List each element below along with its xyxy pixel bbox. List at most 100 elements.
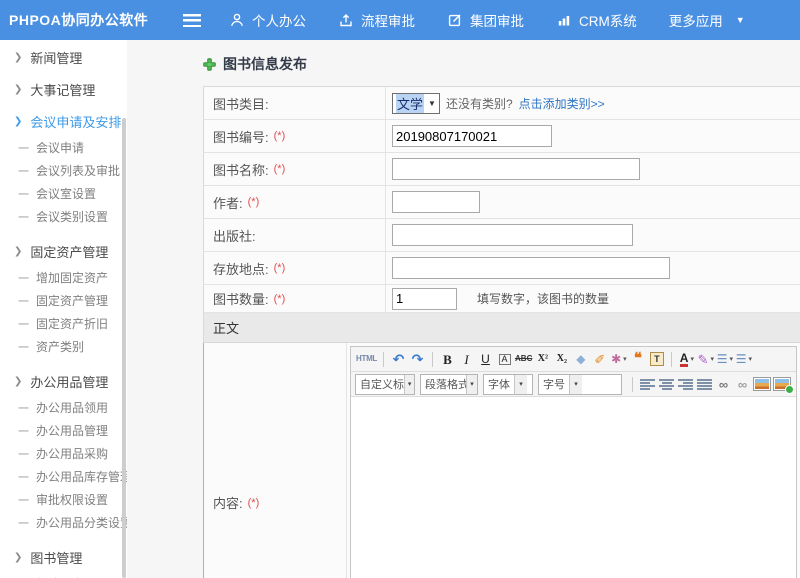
add-category-link[interactable]: 点击添加类别>> [519, 95, 605, 112]
caret-down-icon: ▾ [569, 375, 582, 394]
bold-icon[interactable]: B [439, 349, 456, 369]
image-icon[interactable] [753, 374, 771, 394]
publisher-input[interactable] [392, 224, 633, 246]
unordered-list-icon[interactable]: ☰▾ [735, 349, 752, 369]
nav-more-apps[interactable]: 更多应用 ▼ [653, 0, 761, 40]
main-content: 图书信息发布 图书类目: 文学 ▼ 还没有类别? 点击添加类别>> 图书编号: [127, 40, 800, 578]
highlight-pen-icon[interactable]: ✎▾ [697, 349, 714, 369]
chevron-right-icon: ❯ [14, 84, 22, 95]
dash-icon: 一 [18, 492, 29, 508]
caret-down-icon: ▾ [711, 355, 715, 363]
sidebar-group-item[interactable]: ❯会议申请及安排 [0, 112, 127, 130]
hamburger-menu-icon[interactable] [183, 14, 201, 27]
sidebar-sub-item[interactable]: 一办公用品采购 [0, 442, 127, 465]
sidebar-sub-item[interactable]: 一会议申请 [0, 136, 127, 159]
toolbar-divider [383, 352, 384, 367]
nav-workflow-approval[interactable]: 流程审批 [322, 0, 431, 40]
ordered-list-icon[interactable]: ☰▾ [716, 349, 733, 369]
sidebar-group-label: 新闻管理 [30, 48, 82, 67]
paragraph-format-select-value: 段落格式 [421, 376, 466, 392]
sidebar-group-item[interactable]: ❯大事记管理 [0, 80, 127, 98]
sidebar-sub-label: 办公用品分类设置 [36, 514, 127, 531]
dash-icon: 一 [18, 423, 29, 439]
sidebar-sub-item[interactable]: 一办公用品分类设置 [0, 511, 127, 534]
sidebar-group-item[interactable]: ❯固定资产管理 [0, 242, 127, 260]
align-center-icon[interactable] [658, 374, 675, 394]
location-input[interactable] [392, 257, 670, 279]
nav-personal-office[interactable]: 个人办公 [213, 0, 322, 40]
dash-icon: 一 [18, 186, 29, 202]
subscript-icon[interactable]: X₂ [553, 349, 570, 369]
sidebar-sub-item[interactable]: 一办公用品领用 [0, 396, 127, 419]
body-section-header: 正文 [203, 313, 800, 343]
book-name-input[interactable] [392, 158, 640, 180]
caret-down-icon: ▼ [428, 99, 436, 108]
sidebar-sub-item[interactable]: 一会议列表及审批 [0, 159, 127, 182]
required-mark: (*) [274, 293, 286, 305]
book-no-input[interactable] [392, 125, 552, 147]
caret-down-icon: ▾ [729, 355, 733, 363]
sidebar-sub-item[interactable]: 一增加固定资产 [0, 266, 127, 289]
strikethrough-icon[interactable]: ABC [515, 349, 532, 369]
sidebar-group-item[interactable]: ❯办公用品管理 [0, 372, 127, 390]
italic-icon[interactable]: I [458, 349, 475, 369]
caret-down-icon: ▾ [690, 355, 694, 363]
nav-group-approval[interactable]: 集团审批 [431, 0, 540, 40]
paragraph-format-select[interactable]: 段落格式▾ [420, 374, 478, 395]
align-right-icon[interactable] [677, 374, 694, 394]
insert-image-icon[interactable] [773, 374, 791, 394]
unordered-list-icon: ☰ [736, 353, 747, 365]
align-justify-icon[interactable] [696, 374, 713, 394]
sidebar-scrollbar[interactable] [122, 118, 126, 578]
sidebar-group-item[interactable]: ❯图书管理 [0, 548, 127, 566]
undo-icon[interactable]: ↶ [390, 349, 407, 369]
blockquote-icon[interactable]: ❝ [629, 349, 646, 369]
sidebar-sub-item[interactable]: 一办公用品库存管理 [0, 465, 127, 488]
superscript-icon: X² [538, 354, 548, 364]
redo-icon[interactable]: ↷ [409, 349, 426, 369]
format-brush-icon[interactable]: ✐ [591, 349, 608, 369]
form-row-content: 内容: (*) HTML↶↷BIUAABCX²X₂◆✐✱▾❝TA▾✎▾☰▾☰▾ … [203, 343, 800, 578]
sidebar-sub-item[interactable]: 一办公用品管理 [0, 419, 127, 442]
quantity-input[interactable] [392, 288, 457, 310]
font-family-select[interactable]: 字体▾ [483, 374, 533, 395]
custom-title-select[interactable]: 自定义标题▾ [355, 374, 415, 395]
dash-icon: 一 [18, 270, 29, 286]
align-left-icon[interactable] [639, 374, 656, 394]
sidebar-sub-item[interactable]: 一资产类别 [0, 335, 127, 358]
category-select[interactable]: 文学 ▼ [392, 93, 440, 114]
sidebar-menu: ❯新闻管理❯大事记管理❯会议申请及安排一会议申请一会议列表及审批一会议室设置一会… [0, 40, 127, 578]
form-row-quantity: 图书数量: (*) 填写数字，该图书的数量 [203, 285, 800, 313]
font-box-icon: A [499, 354, 511, 365]
font-size-select[interactable]: 字号▾ [538, 374, 622, 395]
nav-crm-system[interactable]: CRM系统 [540, 0, 653, 40]
unlink-icon[interactable]: ∞ [734, 374, 751, 394]
align-justify-icon [697, 379, 712, 390]
author-input[interactable] [392, 191, 480, 213]
font-color-icon[interactable]: A▾ [678, 349, 695, 369]
sidebar-sub-item[interactable]: 一新建图书 [0, 572, 127, 578]
editor-content-area[interactable] [351, 397, 796, 578]
link-icon[interactable]: ∞ [715, 374, 732, 394]
paint-format-icon[interactable]: ✱▾ [610, 349, 627, 369]
sidebar-sub-item[interactable]: 一审批权限设置 [0, 488, 127, 511]
underline-icon[interactable]: U [477, 349, 494, 369]
html-source-icon[interactable]: HTML [356, 349, 377, 369]
dash-icon: 一 [18, 400, 29, 416]
sidebar-group-item[interactable]: ❯新闻管理 [0, 48, 127, 66]
author-label: 作者: [213, 193, 243, 212]
sidebar-sub-item[interactable]: 一会议室设置 [0, 182, 127, 205]
sidebar-sub-item[interactable]: 一固定资产管理 [0, 289, 127, 312]
superscript-icon[interactable]: X² [534, 349, 551, 369]
sidebar-sub-label: 办公用品库存管理 [36, 468, 127, 485]
paste-text-icon[interactable]: T [648, 349, 665, 369]
category-selected-value: 文学 [396, 94, 424, 113]
eraser-icon[interactable]: ◆ [572, 349, 589, 369]
book-no-label: 图书编号: [213, 127, 269, 146]
page-title: 图书信息发布 [203, 40, 800, 74]
font-box-icon[interactable]: A [496, 349, 513, 369]
sidebar-sub-item[interactable]: 一固定资产折旧 [0, 312, 127, 335]
sidebar-sub-item[interactable]: 一会议类别设置 [0, 205, 127, 228]
redo-icon: ↷ [412, 352, 424, 366]
eraser-icon: ◆ [576, 353, 585, 365]
